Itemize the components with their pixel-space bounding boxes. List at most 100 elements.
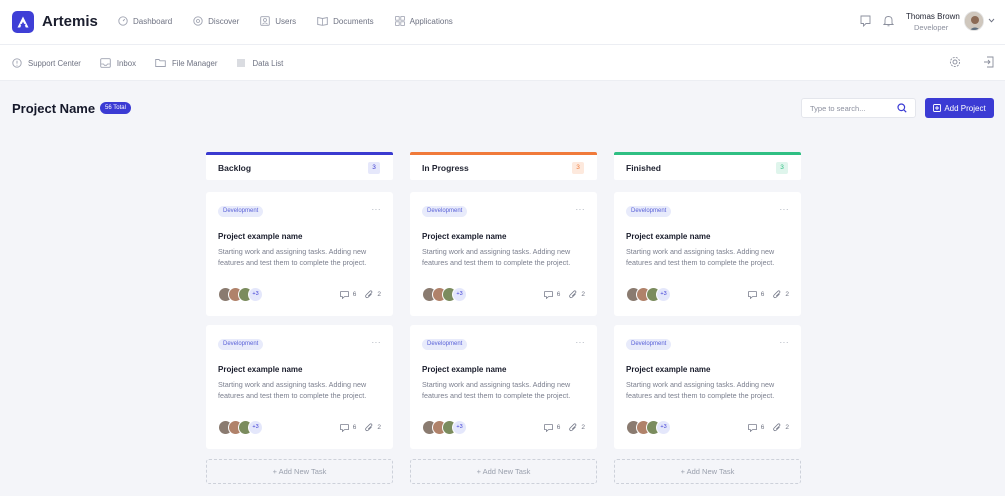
category-tag: Development <box>218 339 264 350</box>
nav-item-applications[interactable]: Applications <box>394 16 453 26</box>
more-options-icon[interactable]: ··· <box>576 338 586 347</box>
nav-label: Documents <box>333 16 374 26</box>
more-members-badge: +3 <box>656 420 671 435</box>
card-description: Starting work and assigning tasks. Addin… <box>626 247 775 267</box>
card-meta: 6 2 <box>339 290 381 299</box>
member-avatars[interactable]: +3 <box>218 420 263 435</box>
nav-label: Discover <box>208 16 240 26</box>
chevron-down-icon[interactable] <box>988 18 995 23</box>
column-count-badge: 3 <box>572 162 584 174</box>
task-card[interactable]: Development ··· Project example name Sta… <box>410 325 597 449</box>
top-navbar: Artemis Dashboard Discover Users Documen… <box>0 0 1005 45</box>
brand-name[interactable]: Artemis <box>42 13 98 30</box>
nav-label: Dashboard <box>133 16 173 26</box>
subnav-item-data-list[interactable]: Data List <box>236 58 283 68</box>
attachment-count: 2 <box>377 424 381 431</box>
add-new-task-button[interactable]: + Add New Task <box>614 459 801 484</box>
more-options-icon[interactable]: ··· <box>780 338 790 347</box>
total-count-badge: 56 Total <box>100 102 131 114</box>
task-card[interactable]: Development ··· Project example name Sta… <box>206 325 393 449</box>
subnav-item-support-center[interactable]: Support Center <box>12 58 81 68</box>
member-avatars[interactable]: +3 <box>626 420 671 435</box>
task-card[interactable]: Development ··· Project example name Sta… <box>614 192 801 316</box>
user-avatar[interactable] <box>964 11 984 31</box>
nav-item-documents[interactable]: Documents <box>317 16 374 26</box>
bell-icon[interactable] <box>883 15 894 27</box>
column-backlog: Backlog 3 Development ··· Project exampl… <box>206 152 393 484</box>
add-project-button[interactable]: Add Project <box>925 98 994 118</box>
nav-label: Applications <box>409 16 453 26</box>
card-title: Project example name <box>218 232 303 241</box>
card-description: Starting work and assigning tasks. Addin… <box>422 380 571 400</box>
user-name[interactable]: Thomas Brown <box>906 12 960 21</box>
attachment-icon <box>773 423 781 432</box>
grid-icon <box>394 16 405 26</box>
comment-icon <box>543 423 553 432</box>
card-meta: 6 2 <box>543 423 585 432</box>
comment-count: 6 <box>352 291 357 298</box>
subnav-item-file-manager[interactable]: File Manager <box>155 58 217 68</box>
column-header: Finished 3 <box>614 152 801 180</box>
category-tag: Development <box>626 339 672 350</box>
card-description: Starting work and assigning tasks. Addin… <box>218 380 367 400</box>
column-title: Finished <box>626 163 661 173</box>
user-icon <box>260 16 271 26</box>
column-title: In Progress <box>422 163 469 173</box>
column-finished: Finished 3 Development ··· Project examp… <box>614 152 801 484</box>
comment-count: 6 <box>760 424 765 431</box>
subnav-item-inbox[interactable]: Inbox <box>100 58 136 68</box>
member-avatars[interactable]: +3 <box>422 420 467 435</box>
task-card[interactable]: Development ··· Project example name Sta… <box>206 192 393 316</box>
member-avatars[interactable]: +3 <box>218 287 263 302</box>
inbox-icon <box>100 58 111 68</box>
column-header: In Progress 3 <box>410 152 597 180</box>
card-description: Starting work and assigning tasks. Addin… <box>422 247 571 267</box>
add-new-task-button[interactable]: + Add New Task <box>206 459 393 484</box>
subnav-label: Inbox <box>116 58 136 68</box>
user-role: Developer <box>914 23 949 32</box>
card-title: Project example name <box>626 365 711 374</box>
add-new-task-button[interactable]: + Add New Task <box>410 459 597 484</box>
gear-icon[interactable] <box>949 56 961 68</box>
category-tag: Development <box>218 206 264 217</box>
compass-icon <box>193 16 203 26</box>
attachment-icon <box>365 290 373 299</box>
main-nav: Dashboard Discover Users Documents Appli… <box>118 16 474 26</box>
card-meta: 6 2 <box>543 290 585 299</box>
comment-icon <box>543 290 553 299</box>
comment-icon <box>747 290 757 299</box>
more-options-icon[interactable]: ··· <box>372 338 382 347</box>
search-icon[interactable] <box>897 103 907 113</box>
column-in-progress: In Progress 3 Development ··· Project ex… <box>410 152 597 484</box>
attachment-icon <box>365 423 373 432</box>
card-title: Project example name <box>422 365 507 374</box>
attachment-icon <box>773 290 781 299</box>
card-title: Project example name <box>626 232 711 241</box>
task-card[interactable]: Development ··· Project example name Sta… <box>410 192 597 316</box>
column-header: Backlog 3 <box>206 152 393 180</box>
more-options-icon[interactable]: ··· <box>576 205 586 214</box>
nav-item-users[interactable]: Users <box>260 16 296 26</box>
artemis-logo-icon[interactable] <box>12 11 34 33</box>
subnav-label: Data List <box>252 58 284 68</box>
add-square-icon <box>933 104 942 112</box>
member-avatars[interactable]: +3 <box>422 287 467 302</box>
folder-icon <box>155 59 166 67</box>
nav-item-discover[interactable]: Discover <box>193 16 239 26</box>
logout-icon[interactable] <box>983 56 994 68</box>
secondary-navbar: Support Center Inbox File Manager Data L… <box>0 45 1005 81</box>
comment-icon <box>339 423 349 432</box>
task-card[interactable]: Development ··· Project example name Sta… <box>614 325 801 449</box>
more-options-icon[interactable]: ··· <box>780 205 790 214</box>
more-options-icon[interactable]: ··· <box>372 205 382 214</box>
card-title: Project example name <box>422 232 507 241</box>
dashboard-icon <box>118 16 128 26</box>
nav-item-dashboard[interactable]: Dashboard <box>118 16 172 26</box>
secondary-nav: Support Center Inbox File Manager Data L… <box>12 58 302 68</box>
attachment-count: 2 <box>377 291 381 298</box>
more-members-badge: +3 <box>656 287 671 302</box>
add-project-label: Add Project <box>944 103 986 113</box>
member-avatars[interactable]: +3 <box>626 287 671 302</box>
attachment-icon <box>569 290 577 299</box>
chat-icon[interactable] <box>860 15 871 27</box>
